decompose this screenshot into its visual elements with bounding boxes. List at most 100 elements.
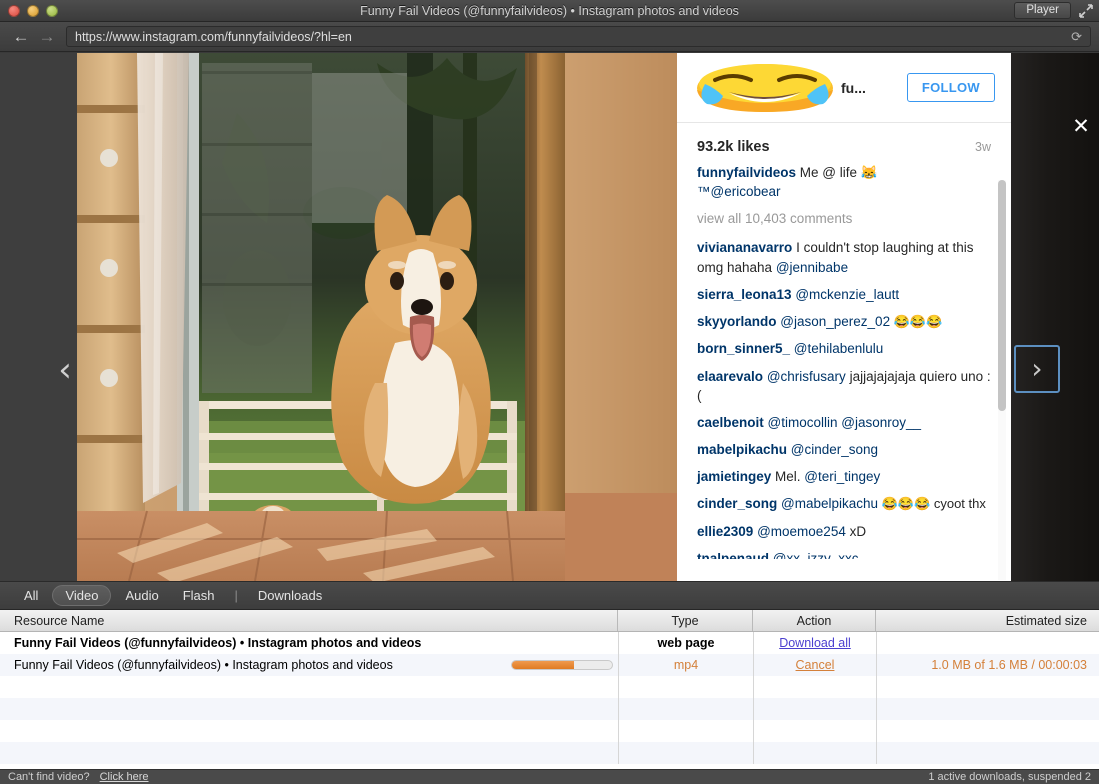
face-with-tears-of-joy-emoji-icon[interactable] bbox=[695, 62, 835, 114]
comment-mention[interactable]: @cinder_song bbox=[791, 442, 878, 457]
forward-icon[interactable]: → bbox=[34, 26, 60, 48]
caption-text: Me @ life 😹 bbox=[796, 165, 878, 180]
browser-viewport: fu... FOLLOW 93.2k likes 3w funnyfailvid… bbox=[0, 53, 1099, 581]
table-row[interactable] bbox=[0, 698, 1099, 720]
comment-username[interactable]: tnalpenaud bbox=[697, 551, 769, 559]
tab-all[interactable]: All bbox=[14, 585, 48, 606]
row-resource-name: Funny Fail Videos (@funnyfailvideos) • I… bbox=[14, 658, 393, 672]
row-resource-name: Funny Fail Videos (@funnyfailvideos) • I… bbox=[14, 636, 422, 650]
post-timestamp: 3w bbox=[975, 140, 991, 154]
tab-separator: | bbox=[234, 588, 238, 603]
caption-username[interactable]: funnyfailvideos bbox=[697, 165, 796, 180]
comment-mention[interactable]: @chrisfusary bbox=[767, 369, 846, 384]
list-item: elaarevalo @chrisfusary jajjajajajaja qu… bbox=[697, 367, 991, 405]
view-all-comments-link[interactable]: view all 10,403 comments bbox=[697, 209, 991, 228]
post-username[interactable]: fu... bbox=[841, 80, 907, 96]
row-type: mp4 bbox=[673, 658, 699, 672]
list-item: sierra_leona13 @mckenzie_lautt bbox=[697, 285, 991, 304]
comment-mention[interactable]: @mckenzie_lautt bbox=[795, 287, 899, 302]
comment-mention[interactable]: @mabelpikachu bbox=[781, 496, 878, 511]
status-bar: Can't find video? Click here 1 active do… bbox=[0, 769, 1099, 784]
comment-username[interactable]: elaarevalo bbox=[697, 369, 763, 384]
comment-mention[interactable]: @teri_tingey bbox=[804, 469, 880, 484]
title-bar: Funny Fail Videos (@funnyfailvideos) • I… bbox=[0, 0, 1099, 22]
list-item: skyyorlando @jason_perez_02 😂😂😂 bbox=[697, 312, 991, 331]
cant-find-video-label: Can't find video? bbox=[8, 771, 90, 783]
url-input[interactable]: https://www.instagram.com/funnyfailvideo… bbox=[66, 26, 1091, 47]
tab-audio[interactable]: Audio bbox=[115, 585, 168, 606]
back-icon[interactable]: ← bbox=[8, 26, 34, 48]
comment-mention[interactable]: @timocollin @jasonroy__ bbox=[768, 415, 921, 430]
table-row[interactable] bbox=[0, 720, 1099, 742]
column-header-action[interactable]: Action bbox=[753, 610, 876, 631]
likes-row: 93.2k likes 3w bbox=[677, 123, 1011, 159]
list-item: caelbenoit @timocollin @jasonroy__ bbox=[697, 413, 991, 432]
comment-mention[interactable]: @xx_izzy_xxc bbox=[773, 551, 859, 559]
comment-username[interactable]: skyyorlando bbox=[697, 314, 777, 329]
download-progress-bar bbox=[511, 660, 613, 670]
comment-tail: xD bbox=[845, 523, 867, 539]
tab-downloads[interactable]: Downloads bbox=[248, 585, 332, 606]
player-button[interactable]: Player bbox=[1014, 2, 1071, 19]
previous-post-icon[interactable]: ‹ bbox=[50, 348, 80, 392]
download-all-link[interactable]: Download all bbox=[779, 636, 851, 650]
reload-icon[interactable]: ⟳ bbox=[1071, 29, 1082, 45]
instagram-info-panel: fu... FOLLOW 93.2k likes 3w funnyfailvid… bbox=[677, 53, 1011, 581]
column-header-type[interactable]: Type bbox=[618, 610, 753, 631]
caption-line2[interactable]: ™@ericobear bbox=[697, 184, 781, 199]
list-item: jamietingey Mel. @teri_tingey bbox=[697, 467, 991, 486]
click-here-link[interactable]: Click here bbox=[100, 771, 149, 783]
list-item: tnalpenaud @xx_izzy_xxc bbox=[697, 549, 991, 559]
comment-tail: 😂😂😂 cyoot thx bbox=[878, 496, 986, 512]
downloader-tab-bar: All Video Audio Flash | Downloads bbox=[0, 581, 1099, 610]
cancel-link[interactable]: Cancel bbox=[796, 658, 835, 672]
column-header-resource-name[interactable]: Resource Name bbox=[0, 610, 618, 631]
downloads-table-body: Funny Fail Videos (@funnyfailvideos) • I… bbox=[0, 632, 1099, 769]
list-item: mabelpikachu @cinder_song bbox=[697, 440, 991, 459]
follow-button[interactable]: FOLLOW bbox=[906, 73, 995, 102]
post-photo bbox=[77, 53, 677, 581]
table-row[interactable]: Funny Fail Videos (@funnyfailvideos) • I… bbox=[0, 654, 1099, 676]
list-item: ellie2309 @moemoe254 xD bbox=[697, 522, 991, 541]
comment-mention[interactable]: @jennibabe bbox=[776, 260, 848, 275]
comment-username[interactable]: ellie2309 bbox=[697, 524, 753, 539]
post-header: fu... FOLLOW bbox=[677, 53, 1011, 123]
expand-icon[interactable] bbox=[1079, 4, 1093, 18]
column-header-estimated-size[interactable]: Estimated size bbox=[876, 610, 1099, 631]
comment-text: Mel. bbox=[771, 469, 805, 485]
comment-username[interactable]: sierra_leona13 bbox=[697, 287, 792, 302]
comment-mention[interactable]: @tehilabenlulu bbox=[794, 341, 884, 356]
comment-username[interactable]: caelbenoit bbox=[697, 415, 764, 430]
browser-window: Funny Fail Videos (@funnyfailvideos) • I… bbox=[0, 0, 1099, 784]
url-bar: ← → https://www.instagram.com/funnyfailv… bbox=[0, 22, 1099, 52]
table-row[interactable] bbox=[0, 742, 1099, 764]
table-row[interactable]: Funny Fail Videos (@funnyfailvideos) • I… bbox=[0, 632, 1099, 654]
comments-scrollbar-thumb[interactable] bbox=[998, 180, 1006, 411]
photo-illustration bbox=[77, 53, 677, 581]
comments-list[interactable]: funnyfailvideos Me @ life 😹 ™@ericobear … bbox=[677, 159, 1011, 559]
comment-mention[interactable]: @moemoe254 bbox=[757, 524, 846, 539]
tab-flash[interactable]: Flash bbox=[173, 585, 225, 606]
url-text: https://www.instagram.com/funnyfailvideo… bbox=[75, 29, 352, 44]
active-downloads-status: 1 active downloads, suspended 2 bbox=[928, 771, 1091, 783]
comment-username[interactable]: mabelpikachu bbox=[697, 442, 787, 457]
comment-username[interactable]: cinder_song bbox=[697, 496, 777, 511]
comment-tail: 😂😂😂 bbox=[890, 313, 943, 329]
comments-scrollbar[interactable] bbox=[998, 180, 1006, 580]
row-type: web page bbox=[657, 636, 715, 650]
comment-username[interactable]: viviananavarro bbox=[697, 240, 792, 255]
comment-username[interactable]: jamietingey bbox=[697, 469, 771, 484]
list-item: cinder_song @mabelpikachu 😂😂😂 cyoot thx bbox=[697, 494, 991, 513]
comment-username[interactable]: born_sinner5_ bbox=[697, 341, 790, 356]
list-item: born_sinner5_ @tehilabenlulu bbox=[697, 339, 991, 358]
window-title: Funny Fail Videos (@funnyfailvideos) • I… bbox=[360, 4, 739, 18]
download-progress-fill bbox=[512, 661, 574, 669]
list-item: viviananavarro I couldn't stop laughing … bbox=[697, 238, 991, 276]
close-icon[interactable]: ✕ bbox=[1070, 115, 1092, 137]
tab-video[interactable]: Video bbox=[52, 585, 112, 606]
row-size: 1.0 MB of 1.6 MB / 00:00:03 bbox=[931, 658, 1087, 672]
next-post-icon[interactable]: › bbox=[1014, 345, 1060, 393]
downloads-table-header: Resource Name Type Action Estimated size bbox=[0, 610, 1099, 632]
comment-mention[interactable]: @jason_perez_02 bbox=[780, 314, 890, 329]
table-row[interactable] bbox=[0, 676, 1099, 698]
